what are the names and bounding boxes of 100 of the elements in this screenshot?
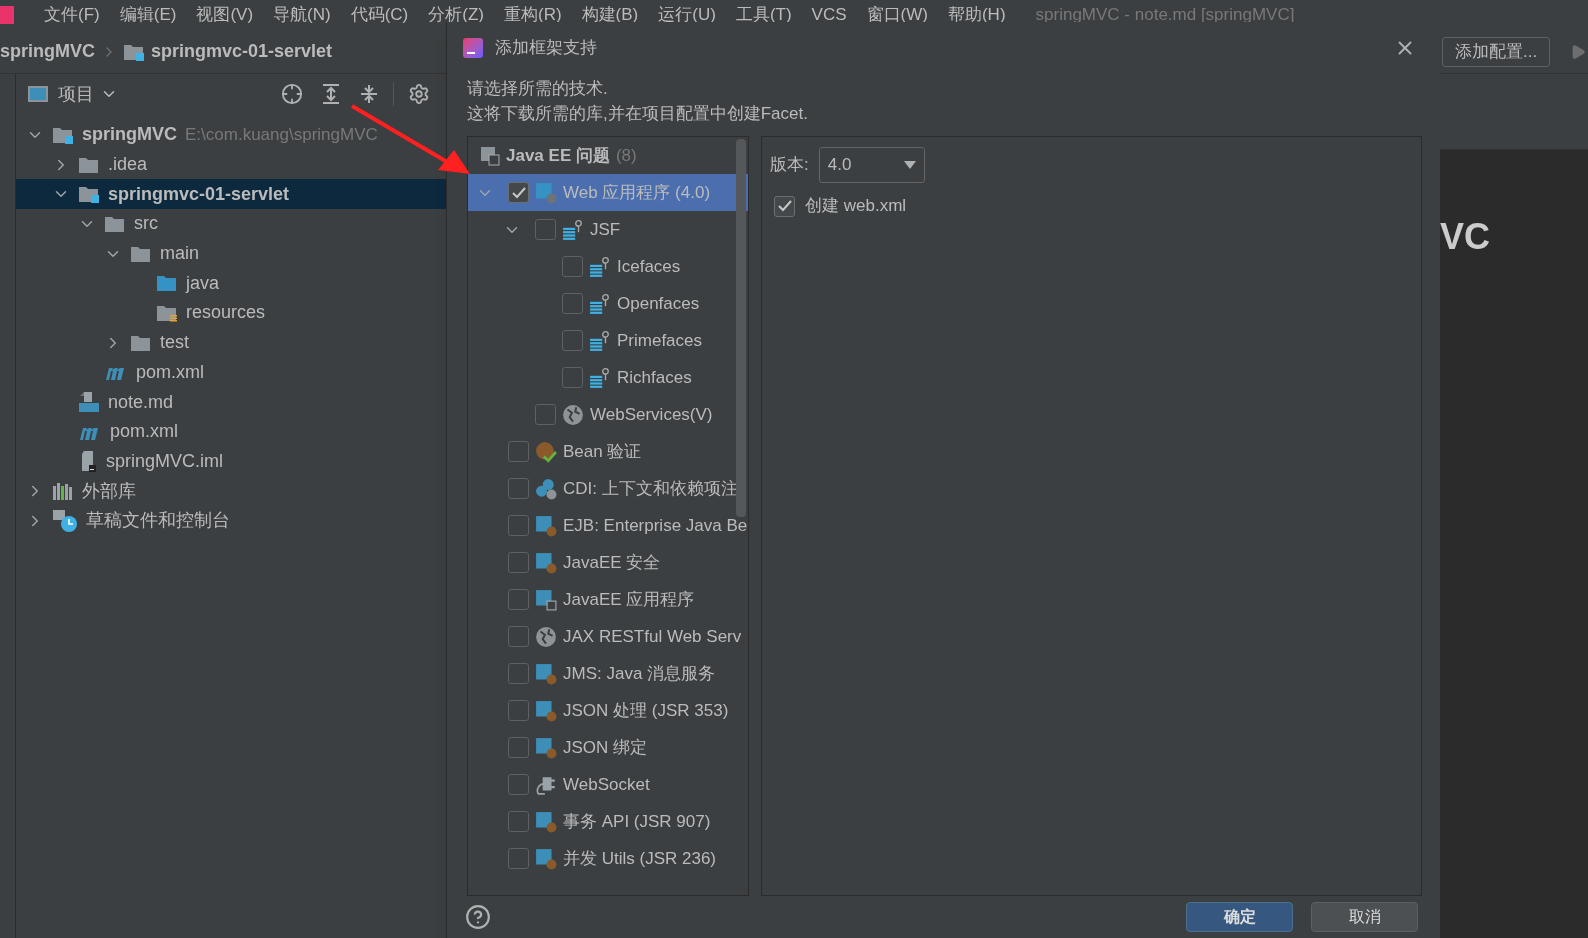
checkbox[interactable] [508,700,529,721]
checkbox[interactable] [562,256,583,277]
source-folder-icon [156,274,178,293]
framework-row[interactable]: Bean 验证 [468,433,748,470]
checkbox[interactable] [508,774,529,795]
view-selector[interactable]: 项目 [58,80,118,108]
checkbox[interactable] [508,515,529,536]
framework-label: JavaEE 应用程序 [563,588,695,611]
locate-icon[interactable] [281,83,303,105]
tree-row[interactable]: springmvc-01-servlet [16,179,446,210]
framework-row[interactable]: Primefaces [468,322,748,359]
checkbox[interactable] [508,737,529,758]
tree-item-label: test [160,331,189,355]
menu-item[interactable]: 视图(V) [186,2,264,28]
checkbox[interactable] [535,219,556,240]
checkbox[interactable] [508,478,529,499]
framework-row[interactable]: JMS: Java 消息服务 [468,655,748,692]
folder-icon [78,155,100,174]
framework-row[interactable]: WebSocket [468,766,748,803]
framework-row[interactable]: JSON 绑定 [468,729,748,766]
checkbox[interactable] [508,552,529,573]
java-module-icon [535,662,557,685]
java-ee-group-icon [480,145,500,166]
framework-row[interactable]: Richfaces [468,359,748,396]
java-module-icon [535,736,557,759]
window-title: springMVC - note.md [springMVC] [1035,4,1295,27]
ok-button[interactable]: 确定 [1186,902,1293,932]
module-folder-icon [123,42,145,61]
jsf-stack-icon [589,292,611,315]
resource-folder-icon [156,303,178,322]
tree-row[interactable]: src [16,209,162,239]
tree-row[interactable]: main [16,238,203,269]
checkbox[interactable] [508,848,529,869]
checkbox[interactable] [774,195,795,217]
framework-row[interactable]: WebServices(V) [468,396,748,433]
checkbox[interactable] [562,293,583,314]
jsf-stack-icon [562,218,584,241]
scrollbar[interactable] [736,139,746,517]
collapse-all-icon[interactable] [359,83,379,105]
tree-row[interactable]: pom.xml [16,416,182,447]
checkbox[interactable] [508,441,529,462]
folder-icon [130,333,152,352]
menu-item[interactable]: 编辑(E) [109,2,187,28]
framework-row[interactable]: CDI: 上下文和依赖项注 [468,470,748,507]
module-folder-icon [78,185,100,204]
framework-row[interactable]: Icefaces [468,248,748,285]
version-dropdown[interactable]: 4.0 [818,147,925,183]
cancel-button[interactable]: 取消 [1311,902,1418,932]
tree-row[interactable]: pom.xml [16,357,208,388]
menu-item[interactable]: 文件(F) [34,2,110,28]
tree-row[interactable]: springMVC E:\com.kuang\springMVC [16,120,382,150]
java-module-icon [535,810,557,833]
framework-row[interactable]: JSF [468,211,748,248]
framework-row[interactable]: 并发 Utils (JSR 236) [468,840,748,877]
library-icon [52,482,74,501]
checkbox[interactable] [562,367,583,388]
settings-icon[interactable] [408,83,430,105]
description-text: 这将下载所需的库,并在项目配置中创建Facet. [467,103,809,125]
help-icon[interactable] [465,904,491,930]
tree-row[interactable]: note.md [16,387,178,417]
framework-row[interactable]: JavaEE 安全 [468,544,748,581]
checkbox[interactable] [535,404,556,425]
run-icon[interactable] [1570,43,1587,60]
framework-label: JMS: Java 消息服务 [563,662,716,685]
breadcrumb-item[interactable]: springmvc-01-servlet [151,38,333,65]
framework-row[interactable]: JAX RESTful Web Serv [468,618,748,655]
add-configuration-button[interactable]: 添加配置... [1442,36,1551,67]
document-icon [78,391,100,414]
framework-label: Icefaces [617,255,681,278]
expand-all-icon[interactable] [321,83,341,105]
framework-label: JSON 绑定 [563,736,648,759]
project-view-icon [28,86,48,102]
tree-row[interactable]: resources [16,298,270,328]
framework-label: 事务 API (JSR 907) [563,810,711,833]
tree-row[interactable]: 草稿文件和控制台 [16,505,234,536]
bean-check-icon [535,440,557,463]
framework-row[interactable]: Openfaces [468,285,748,322]
framework-label: JSF [590,218,621,241]
version-label: 版本: [770,154,809,177]
checkbox[interactable] [508,626,529,647]
framework-row[interactable]: JSON 处理 (JSR 353) [468,692,748,729]
framework-row[interactable]: JavaEE 应用程序 [468,581,748,618]
checkbox[interactable] [508,182,529,203]
checkbox[interactable] [508,589,529,610]
framework-row[interactable]: EJB: Enterprise Java Be [468,507,748,544]
description-text: 请选择所需的技术. [467,78,609,100]
tree-row[interactable]: springMVC.iml [16,446,228,477]
app-logo-icon [0,6,14,24]
menu-item[interactable]: 导航(N) [263,2,341,28]
framework-row[interactable]: 事务 API (JSR 907) [468,803,748,840]
checkbox[interactable] [562,330,583,351]
tree-row[interactable]: java [16,268,224,299]
checkbox[interactable] [508,663,529,684]
tree-row[interactable]: test [16,327,193,358]
menu-item[interactable]: 代码(C) [340,2,419,28]
breadcrumb-item[interactable]: springMVC [0,38,95,65]
tree-item-label: note.md [108,390,174,414]
tree-row[interactable]: 外部库 [16,476,140,506]
tree-row[interactable]: .idea [16,149,152,180]
checkbox[interactable] [508,811,529,832]
